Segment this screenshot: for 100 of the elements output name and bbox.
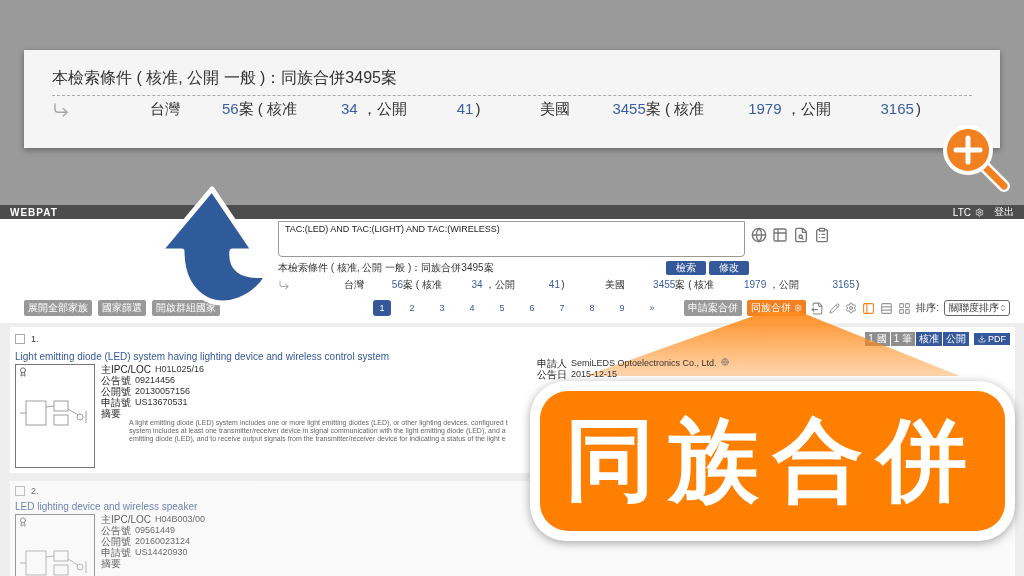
total-count-link[interactable]: 56 [222, 100, 239, 117]
field-value: 20130057156 [135, 386, 191, 397]
approved-count-link[interactable]: 1979 [748, 100, 782, 117]
published-count-link[interactable]: 3165 [832, 278, 855, 290]
close-paren: ) [856, 278, 860, 290]
total-count-link[interactable]: 3455 [612, 100, 646, 117]
tag: 公開 [943, 332, 969, 346]
view-layout-icon[interactable] [880, 301, 894, 315]
patent-thumbnail[interactable] [15, 364, 95, 468]
result-index: 1. [31, 334, 39, 344]
globe-icon[interactable] [720, 358, 729, 366]
sort-label: 排序: [916, 301, 939, 315]
query-field[interactable]: TAC:(LED) AND TAC:(LIGHT) AND TAC:(WIRELESS) [278, 221, 745, 257]
pencil-icon[interactable] [829, 302, 841, 314]
tag: 1 筆 [890, 332, 915, 346]
field-label: 公告號 [101, 525, 131, 536]
total-count-link[interactable]: 3455 [653, 278, 676, 290]
view-layout-icon[interactable] [898, 301, 912, 315]
field-label: 申請號 [101, 547, 131, 558]
field-label: 摘要 [101, 558, 121, 569]
logout-link[interactable]: 登出 [994, 205, 1014, 219]
published-count-link[interactable]: 41 [456, 100, 474, 117]
result-index: 2. [31, 486, 39, 496]
page-button[interactable]: 4 [463, 300, 481, 316]
condition-text: 本檢索條件 ( 核准, 公開 一般 )：同族合併3495案 [52, 68, 972, 96]
field-value: 09561449 [135, 525, 176, 536]
file-search-icon[interactable] [793, 227, 809, 243]
search-button[interactable]: 檢索 [666, 261, 706, 275]
approved-count-link[interactable]: 34 [341, 100, 358, 117]
logo: WEBPAT [10, 206, 58, 218]
tag: 核准 [916, 332, 942, 346]
export-icon[interactable] [811, 301, 825, 315]
close-paren: ) [475, 100, 481, 117]
user-name: LTC [952, 206, 971, 218]
condition-text: 本檢索條件 ( 核准, 公開 一般 )：同族合併3495案 [278, 261, 495, 275]
page-button[interactable]: 6 [523, 300, 541, 316]
country-name: 台灣 [150, 100, 181, 119]
count-label: 案 ( 核准 [403, 277, 442, 292]
checkbox[interactable] [15, 334, 25, 344]
count-label: 案 ( 核准 [238, 100, 298, 119]
patent-drawing [18, 547, 90, 576]
field-label: 主IPC/LOC [101, 364, 151, 375]
published-label: ，公開 [768, 277, 799, 292]
page-button[interactable]: 3 [433, 300, 451, 316]
globe-icon[interactable] [751, 227, 767, 243]
approved-count-link[interactable]: 1979 [743, 278, 767, 290]
table-icon[interactable] [772, 227, 788, 243]
settings-icon[interactable] [845, 302, 858, 314]
field-value: SemiLEDS Optoelectronics Co., Ltd. [571, 358, 717, 369]
updown-chevron-icon [999, 304, 1007, 312]
country-name: 美國 [604, 277, 626, 292]
field-value: US13670531 [135, 397, 188, 408]
award-icon [18, 517, 28, 527]
field-label: 公開號 [101, 536, 131, 547]
return-arrow-icon [278, 278, 291, 291]
page-button[interactable]: 8 [583, 300, 601, 316]
published-label: ，公開 [785, 100, 831, 119]
callout-label: 同族合併 [564, 409, 981, 512]
close-paren: ) [561, 278, 565, 290]
field-label: 公開號 [101, 386, 131, 397]
close-paren: ) [915, 100, 921, 117]
download-icon [978, 335, 986, 343]
result-title-link[interactable]: Light emitting diode (LED) system having lighting device and wireless control system [15, 351, 390, 362]
total-count-link[interactable]: 56 [391, 278, 404, 290]
count-label: 案 ( 核准 [645, 100, 705, 119]
field-label: 公告號 [101, 375, 131, 386]
page-button[interactable]: » [643, 300, 661, 316]
field-value: H04B003/00 [155, 514, 206, 525]
published-label: ，公開 [361, 100, 407, 119]
published-count-link[interactable]: 3165 [880, 100, 914, 117]
checkbox[interactable] [15, 486, 25, 496]
clipboard-icon[interactable] [814, 227, 830, 243]
published-label: ，公開 [485, 277, 516, 292]
field-label: 申請號 [101, 397, 131, 408]
published-count-link[interactable]: 41 [548, 278, 560, 290]
pdf-button[interactable]: PDF [974, 333, 1010, 345]
award-icon [18, 367, 28, 377]
field-value: 09214456 [135, 375, 176, 386]
result-title-link[interactable]: LED lighting device and wireless speaker [15, 501, 198, 512]
view-layout-icon[interactable] [862, 301, 876, 315]
country-name: 美國 [540, 100, 572, 119]
field-label: 主IPC/LOC [101, 514, 151, 525]
page-button[interactable]: 5 [493, 300, 511, 316]
field-label: 申請人 [537, 358, 567, 369]
page-button[interactable]: 7 [553, 300, 571, 316]
page-button[interactable]: 1 [373, 300, 391, 316]
page-button[interactable]: 2 [403, 300, 421, 316]
country-name: 台灣 [343, 277, 365, 292]
sort-dropdown[interactable]: 關聯度排序 [944, 300, 1010, 316]
approved-count-link[interactable]: 34 [471, 278, 483, 290]
field-value: US14420930 [135, 547, 188, 558]
count-label: 案 ( 核准 [675, 277, 715, 292]
field-label: 摘要 [101, 408, 121, 419]
field-value: H01L025/16 [155, 364, 205, 375]
page-button[interactable]: 9 [613, 300, 631, 316]
field-value: 20160023124 [135, 536, 191, 547]
field-label: 公告日 [537, 369, 567, 380]
return-arrow-icon [52, 100, 70, 119]
search-button[interactable]: 修改 [709, 261, 749, 275]
field-value: 2015-12-15 [571, 369, 618, 380]
